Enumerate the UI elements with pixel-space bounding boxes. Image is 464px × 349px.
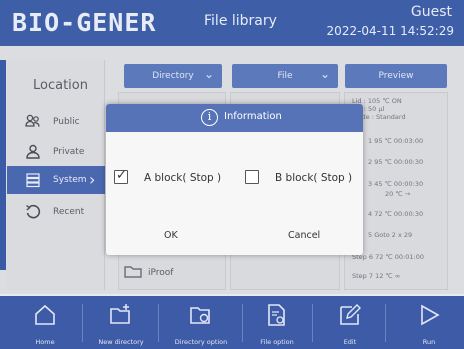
location-item-label: Private: [53, 147, 85, 157]
file-option-label: File option: [260, 338, 294, 346]
preview-line: 1 95 ℃ 00:03:00: [368, 137, 424, 145]
location-panel: Location Public Private System › Recent: [7, 60, 105, 290]
preview-line: 3 45 ℃ 00:00:30: [368, 180, 424, 188]
location-item-label: Public: [53, 117, 80, 127]
info-icon: i: [201, 109, 218, 126]
folder-settings-icon: [190, 307, 210, 324]
edit-label: Edit: [343, 338, 357, 346]
toolbar-divider: [158, 304, 159, 342]
preview-line: 20 ℃ →: [385, 190, 411, 198]
header-bar: BIO-GENER File library Guest 2022-04-11 …: [0, 0, 464, 46]
location-title: Location: [33, 78, 88, 93]
user-label[interactable]: Guest: [411, 4, 452, 20]
user-icon: [25, 144, 43, 160]
file-settings-icon: [268, 304, 285, 326]
preview-line: Step 6 72 ℃ 00:01:00: [352, 253, 424, 261]
history-icon: [25, 204, 43, 220]
directory-option-button[interactable]: Directory option: [165, 296, 237, 349]
left-accent-bar: [0, 60, 6, 270]
file-option-button[interactable]: File option: [250, 296, 304, 349]
preview-header-label: Preview: [378, 71, 414, 81]
dialog-title: Information: [224, 111, 282, 122]
brand-logo: BIO-GENER: [12, 8, 157, 37]
location-item-private[interactable]: Private: [7, 138, 105, 166]
ok-button[interactable]: OK: [164, 230, 178, 241]
toolbar-divider: [242, 304, 243, 342]
preview-line: 4 72 ℃ 00:00:30: [368, 210, 424, 218]
server-icon: [25, 172, 43, 188]
edit-button[interactable]: Edit: [325, 296, 375, 349]
preview-line: Step 7 12 ℃ ∞: [352, 272, 401, 280]
bottom-toolbar: Home New directory Directory option File…: [0, 296, 464, 349]
option-b-label: B block( Stop ): [275, 172, 353, 184]
information-dialog: i Information ✓ A block( Stop ) B block(…: [106, 104, 363, 255]
chevron-down-icon: ⌄: [319, 67, 330, 81]
edit-icon: [340, 304, 361, 325]
new-directory-button[interactable]: New directory: [90, 296, 152, 349]
new-folder-icon: [110, 304, 130, 324]
preview-line: 5 Goto 2 x 29: [368, 231, 413, 239]
toolbar-divider: [312, 304, 313, 342]
dialog-header: i Information: [106, 104, 363, 132]
chevron-right-icon: ›: [89, 170, 96, 189]
home-button[interactable]: Home: [20, 296, 70, 349]
location-item-label: Recent: [53, 207, 85, 217]
location-item-recent[interactable]: Recent: [7, 198, 105, 226]
location-item-label: System: [53, 175, 87, 185]
checkmark-icon: ✓: [116, 168, 127, 183]
datetime-label: 2022-04-11 14:52:29: [326, 24, 454, 38]
option-a-checkbox[interactable]: ✓: [114, 168, 128, 184]
cancel-button[interactable]: Cancel: [288, 230, 320, 241]
run-label: Run: [422, 338, 436, 346]
chevron-down-icon: ⌄: [203, 67, 214, 81]
file-dropdown[interactable]: File ⌄: [232, 64, 338, 88]
toolbar-divider: [385, 304, 386, 342]
location-item-system[interactable]: System ›: [7, 166, 105, 194]
home-label: Home: [35, 338, 55, 346]
run-button[interactable]: Run: [404, 296, 454, 349]
option-a-label: A block( Stop ): [144, 172, 222, 184]
preview-header: Preview: [345, 64, 447, 88]
option-b-checkbox[interactable]: [245, 170, 259, 184]
new-directory-label: New directory: [98, 338, 144, 346]
toolbar-divider: [82, 304, 83, 342]
users-icon: [25, 114, 43, 130]
folder-icon: [124, 266, 142, 281]
preview-line: 2 95 ℃ 00:00:30: [368, 158, 424, 166]
location-item-public[interactable]: Public: [7, 108, 105, 136]
directory-dropdown[interactable]: Directory ⌄: [124, 64, 222, 88]
home-icon: [35, 304, 55, 325]
directory-option-label: Directory option: [174, 338, 228, 346]
play-icon: [421, 304, 440, 326]
page-title: File library: [204, 13, 277, 29]
directory-item-label: iProof: [148, 268, 174, 278]
